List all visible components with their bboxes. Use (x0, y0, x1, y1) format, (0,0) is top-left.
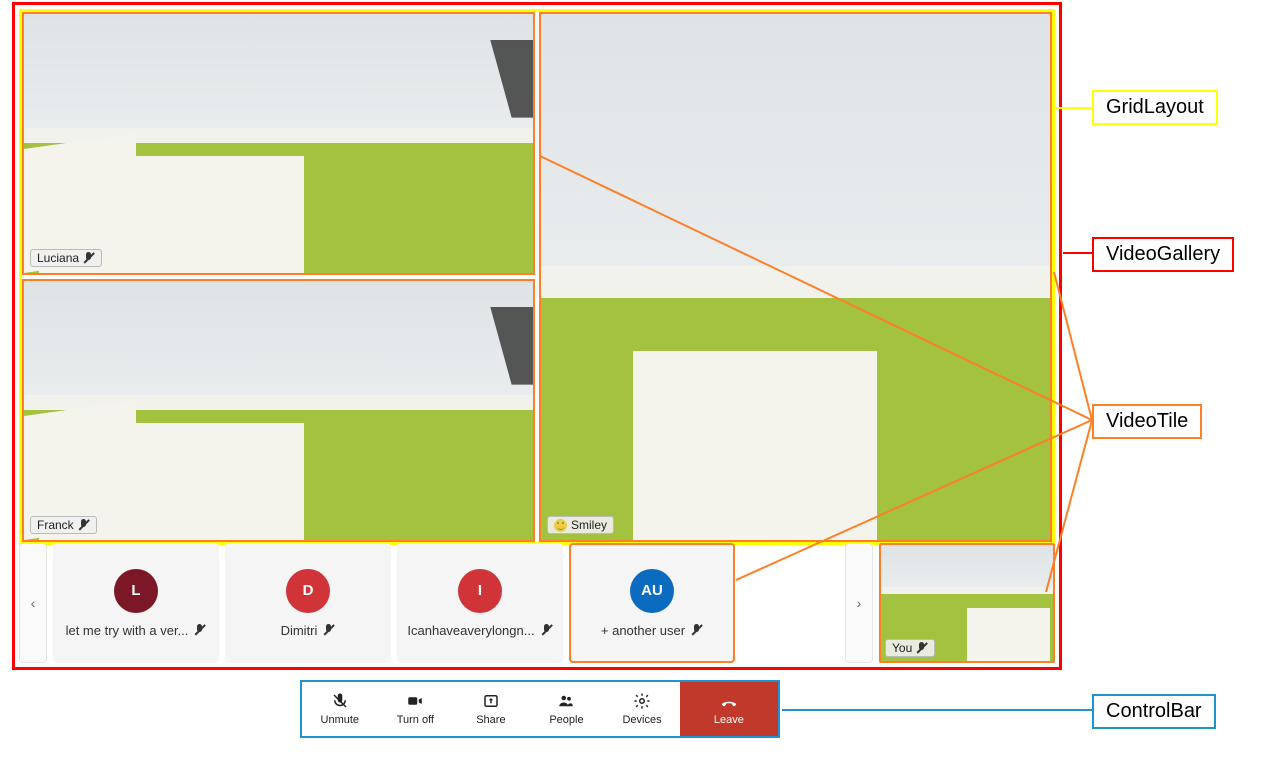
video-feed (541, 14, 1050, 540)
annotation-gridlayout: GridLayout (1092, 90, 1218, 125)
annotation-controlbar: ControlBar (1092, 694, 1216, 729)
devices-button[interactable]: Devices (604, 682, 680, 736)
control-bar: Unmute Turn off Share People Devices Lea… (300, 680, 780, 738)
participant-label: Smiley (547, 516, 614, 534)
avatar-name: Icanhaveaverylongn... (407, 623, 534, 638)
grid-col-left: Luciana Franck (22, 12, 535, 542)
grid-col-right: Smiley (539, 12, 1052, 542)
mic-off-icon (331, 692, 349, 710)
avatar-circle: L (114, 569, 158, 613)
avatar-tile[interactable]: AU + another user (569, 543, 735, 663)
avatar-circle: I (458, 569, 502, 613)
annotation-videogallery: VideoGallery (1092, 237, 1234, 272)
participant-name: Smiley (571, 518, 607, 532)
share-icon (482, 692, 500, 710)
video-feed (24, 281, 533, 540)
mic-off-icon (541, 624, 553, 636)
leave-button[interactable]: Leave (680, 682, 778, 736)
turnoff-camera-button[interactable]: Turn off (378, 682, 454, 736)
camera-icon (406, 692, 424, 710)
mic-off-icon (83, 252, 95, 264)
mic-off-icon (194, 624, 206, 636)
button-label: Devices (622, 714, 661, 726)
people-icon (557, 692, 575, 710)
button-label: People (549, 714, 583, 726)
scroll-next-button[interactable]: › (845, 543, 873, 663)
chevron-right-icon: › (857, 595, 862, 611)
button-label: Share (476, 714, 505, 726)
avatar-name: Dimitri (281, 623, 318, 638)
avatar-tile[interactable]: I Icanhaveaverylongn... (397, 543, 563, 663)
participant-label: You (885, 639, 935, 657)
video-gallery: Luciana Franck (12, 2, 1062, 670)
button-label: Turn off (397, 714, 434, 726)
participant-label: Luciana (30, 249, 102, 267)
participant-label: Franck (30, 516, 97, 534)
participant-name: Franck (37, 518, 74, 532)
avatar-name: let me try with a ver... (66, 623, 189, 638)
avatar-name-row: + another user (601, 623, 703, 638)
participant-name: You (892, 641, 912, 655)
avatar-circle: AU (630, 569, 674, 613)
gear-icon (633, 692, 651, 710)
avatar-name-row: let me try with a ver... (66, 623, 207, 638)
mic-off-icon (78, 519, 90, 531)
participant-name: Luciana (37, 251, 79, 265)
video-feed (24, 14, 533, 273)
chevron-left-icon: ‹ (31, 595, 36, 611)
people-button[interactable]: People (529, 682, 605, 736)
mic-off-icon (691, 624, 703, 636)
avatar-tile[interactable]: L let me try with a ver... (53, 543, 219, 663)
avatar-name: + another user (601, 623, 685, 638)
scroll-prev-button[interactable]: ‹ (19, 543, 47, 663)
share-button[interactable]: Share (453, 682, 529, 736)
button-label: Unmute (321, 714, 360, 726)
video-tile-smiley[interactable]: Smiley (539, 12, 1052, 542)
avatar-name-row: Icanhaveaverylongn... (407, 623, 552, 638)
overflow-gallery: ‹ L let me try with a ver... D Dimitri I (19, 543, 1055, 663)
unmute-button[interactable]: Unmute (302, 682, 378, 736)
video-tile-franck[interactable]: Franck (22, 279, 535, 542)
avatar-circle: D (286, 569, 330, 613)
video-tile-luciana[interactable]: Luciana (22, 12, 535, 275)
mic-off-icon (323, 624, 335, 636)
hangup-icon (720, 692, 738, 710)
avatar-strip: L let me try with a ver... D Dimitri I I… (53, 543, 839, 663)
avatar-name-row: Dimitri (281, 623, 336, 638)
annotation-videotile: VideoTile (1092, 404, 1202, 439)
avatar-tile[interactable]: D Dimitri (225, 543, 391, 663)
self-video-tile[interactable]: You (879, 543, 1055, 663)
smiley-icon (554, 519, 567, 532)
mic-off-icon (916, 642, 928, 654)
button-label: Leave (714, 714, 744, 726)
grid-layout: Luciana Franck (19, 9, 1055, 545)
